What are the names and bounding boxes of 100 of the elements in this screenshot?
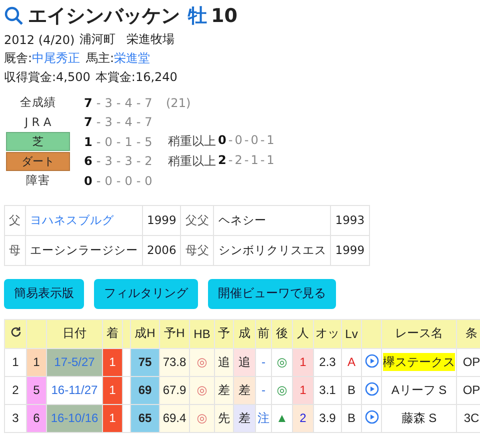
column-header[interactable]: 着 bbox=[102, 319, 122, 348]
record-count: 1 bbox=[124, 134, 132, 149]
table-cell: 2 bbox=[292, 404, 314, 432]
record-count: 1 bbox=[266, 133, 274, 150]
horse-sex: 牡 bbox=[188, 4, 207, 29]
pedigree-cell: シンボリクリスエス bbox=[214, 235, 331, 265]
record-count: 2 bbox=[144, 154, 152, 168]
dash: - bbox=[228, 133, 233, 150]
table-cell: 3C bbox=[456, 404, 480, 432]
pedigree-label: 母 bbox=[4, 235, 26, 265]
column-header[interactable]: 成 bbox=[234, 319, 256, 348]
dash: - bbox=[244, 133, 249, 150]
dash: - bbox=[136, 96, 141, 110]
table-cell: 先 bbox=[214, 404, 234, 432]
race-total: (21) bbox=[166, 96, 191, 110]
table-cell: OP bbox=[456, 376, 480, 404]
column-header[interactable]: レース名 bbox=[382, 319, 456, 348]
record-count: 6 bbox=[84, 154, 92, 168]
pedigree-cell: 1999 bbox=[142, 205, 181, 235]
race-name-link[interactable]: 藤森 S bbox=[382, 404, 456, 432]
column-header[interactable]: 人 bbox=[292, 319, 314, 348]
dash: - bbox=[96, 134, 101, 149]
table-cell: 2.3 bbox=[314, 348, 342, 376]
dash: - bbox=[136, 134, 141, 149]
horse-name: エイシンバッケン bbox=[28, 4, 180, 29]
table-cell: A bbox=[342, 348, 362, 376]
column-header[interactable]: HB bbox=[190, 319, 214, 348]
dash: - bbox=[136, 115, 141, 130]
dash: - bbox=[116, 96, 121, 110]
table-cell: B bbox=[342, 404, 362, 432]
record-count: 0 bbox=[250, 133, 258, 150]
action-button[interactable]: 開催ビューワで見る bbox=[208, 278, 336, 308]
pedigree-label: 父 bbox=[4, 205, 26, 235]
race-name-link[interactable]: Aリーフ S bbox=[382, 376, 456, 404]
column-header[interactable]: 予H bbox=[160, 319, 190, 348]
record-count: 1 bbox=[84, 134, 92, 149]
table-cell: 差 bbox=[234, 404, 256, 432]
action-button[interactable]: 簡易表示版 bbox=[4, 278, 84, 308]
column-header[interactable]: 成H bbox=[130, 319, 160, 348]
record-count: 4 bbox=[124, 115, 132, 130]
table-cell: 67.9 bbox=[160, 376, 190, 404]
record-count: 2 bbox=[234, 152, 242, 169]
play-icon[interactable] bbox=[364, 354, 378, 368]
column-header[interactable]: 条 bbox=[456, 319, 480, 348]
table-cell: 73.8 bbox=[160, 348, 190, 376]
record-count: 1 bbox=[250, 152, 258, 169]
dash: - bbox=[136, 154, 141, 168]
table-cell: 1 bbox=[102, 404, 122, 432]
dash: - bbox=[116, 154, 121, 168]
dash: - bbox=[96, 96, 101, 110]
table-cell: ◎ bbox=[272, 376, 292, 404]
column-header[interactable]: Lv bbox=[342, 319, 362, 348]
prize-money: 本賞金:16,240 bbox=[95, 69, 178, 86]
play-icon[interactable] bbox=[364, 382, 378, 396]
record-count: 2 bbox=[218, 152, 226, 169]
dash: - bbox=[116, 134, 121, 149]
search-icon[interactable] bbox=[4, 6, 24, 26]
play-icon[interactable] bbox=[364, 410, 378, 424]
table-cell: 差 bbox=[214, 376, 234, 404]
table-cell: 3 bbox=[4, 404, 26, 432]
column-header[interactable]: オッ bbox=[314, 319, 342, 348]
table-cell: 16-10/16 bbox=[46, 404, 102, 432]
owner-label: 馬主: bbox=[86, 50, 114, 67]
record-count: 0 bbox=[218, 133, 226, 150]
trainer-link[interactable]: 中尾秀正 bbox=[32, 50, 80, 67]
pedigree-cell: エーシンラージシー bbox=[26, 235, 142, 265]
table-cell: 3.9 bbox=[314, 404, 342, 432]
pedigree-cell: 1999 bbox=[330, 235, 370, 265]
table-cell: 3.1 bbox=[314, 376, 342, 404]
record-label: J R A bbox=[24, 115, 52, 130]
table-cell: 追 bbox=[214, 348, 234, 376]
horse-age: 10 bbox=[211, 5, 238, 27]
refresh-header[interactable] bbox=[4, 319, 26, 348]
table-cell: 注 bbox=[256, 404, 272, 432]
table-cell: ◎ bbox=[272, 348, 292, 376]
table-cell: 1 bbox=[292, 348, 314, 376]
column-header[interactable]: 日付 bbox=[46, 319, 102, 348]
race-name-link[interactable]: 欅ステークス bbox=[383, 352, 455, 370]
pedigree-label: 父父 bbox=[180, 205, 214, 235]
pedigree-cell: 2006 bbox=[142, 235, 181, 265]
record-count: 0 bbox=[124, 174, 132, 188]
pedigree-cell: ヘネシー bbox=[214, 205, 331, 235]
birth-date: 2012 (4/20) bbox=[4, 32, 75, 46]
column-header[interactable]: 後 bbox=[272, 319, 292, 348]
dash: - bbox=[116, 174, 121, 188]
refresh-icon[interactable] bbox=[10, 326, 22, 338]
dash: - bbox=[260, 133, 265, 150]
sire-link[interactable]: ヨハネスブルグ bbox=[26, 205, 142, 235]
dash: - bbox=[228, 152, 233, 169]
table-cell: ◎ bbox=[190, 404, 214, 432]
dash: - bbox=[96, 154, 101, 168]
action-button[interactable]: フィルタリング bbox=[94, 278, 198, 308]
heavy-label: 稍重以上 bbox=[168, 133, 216, 150]
owner-link[interactable]: 栄進堂 bbox=[114, 50, 150, 67]
record-count: 0 bbox=[144, 174, 152, 188]
column-header[interactable]: 前 bbox=[256, 319, 272, 348]
table-cell: - bbox=[256, 348, 272, 376]
table-cell: 1 bbox=[292, 376, 314, 404]
record-count: 3 bbox=[104, 115, 112, 130]
column-header[interactable]: 予 bbox=[214, 319, 234, 348]
